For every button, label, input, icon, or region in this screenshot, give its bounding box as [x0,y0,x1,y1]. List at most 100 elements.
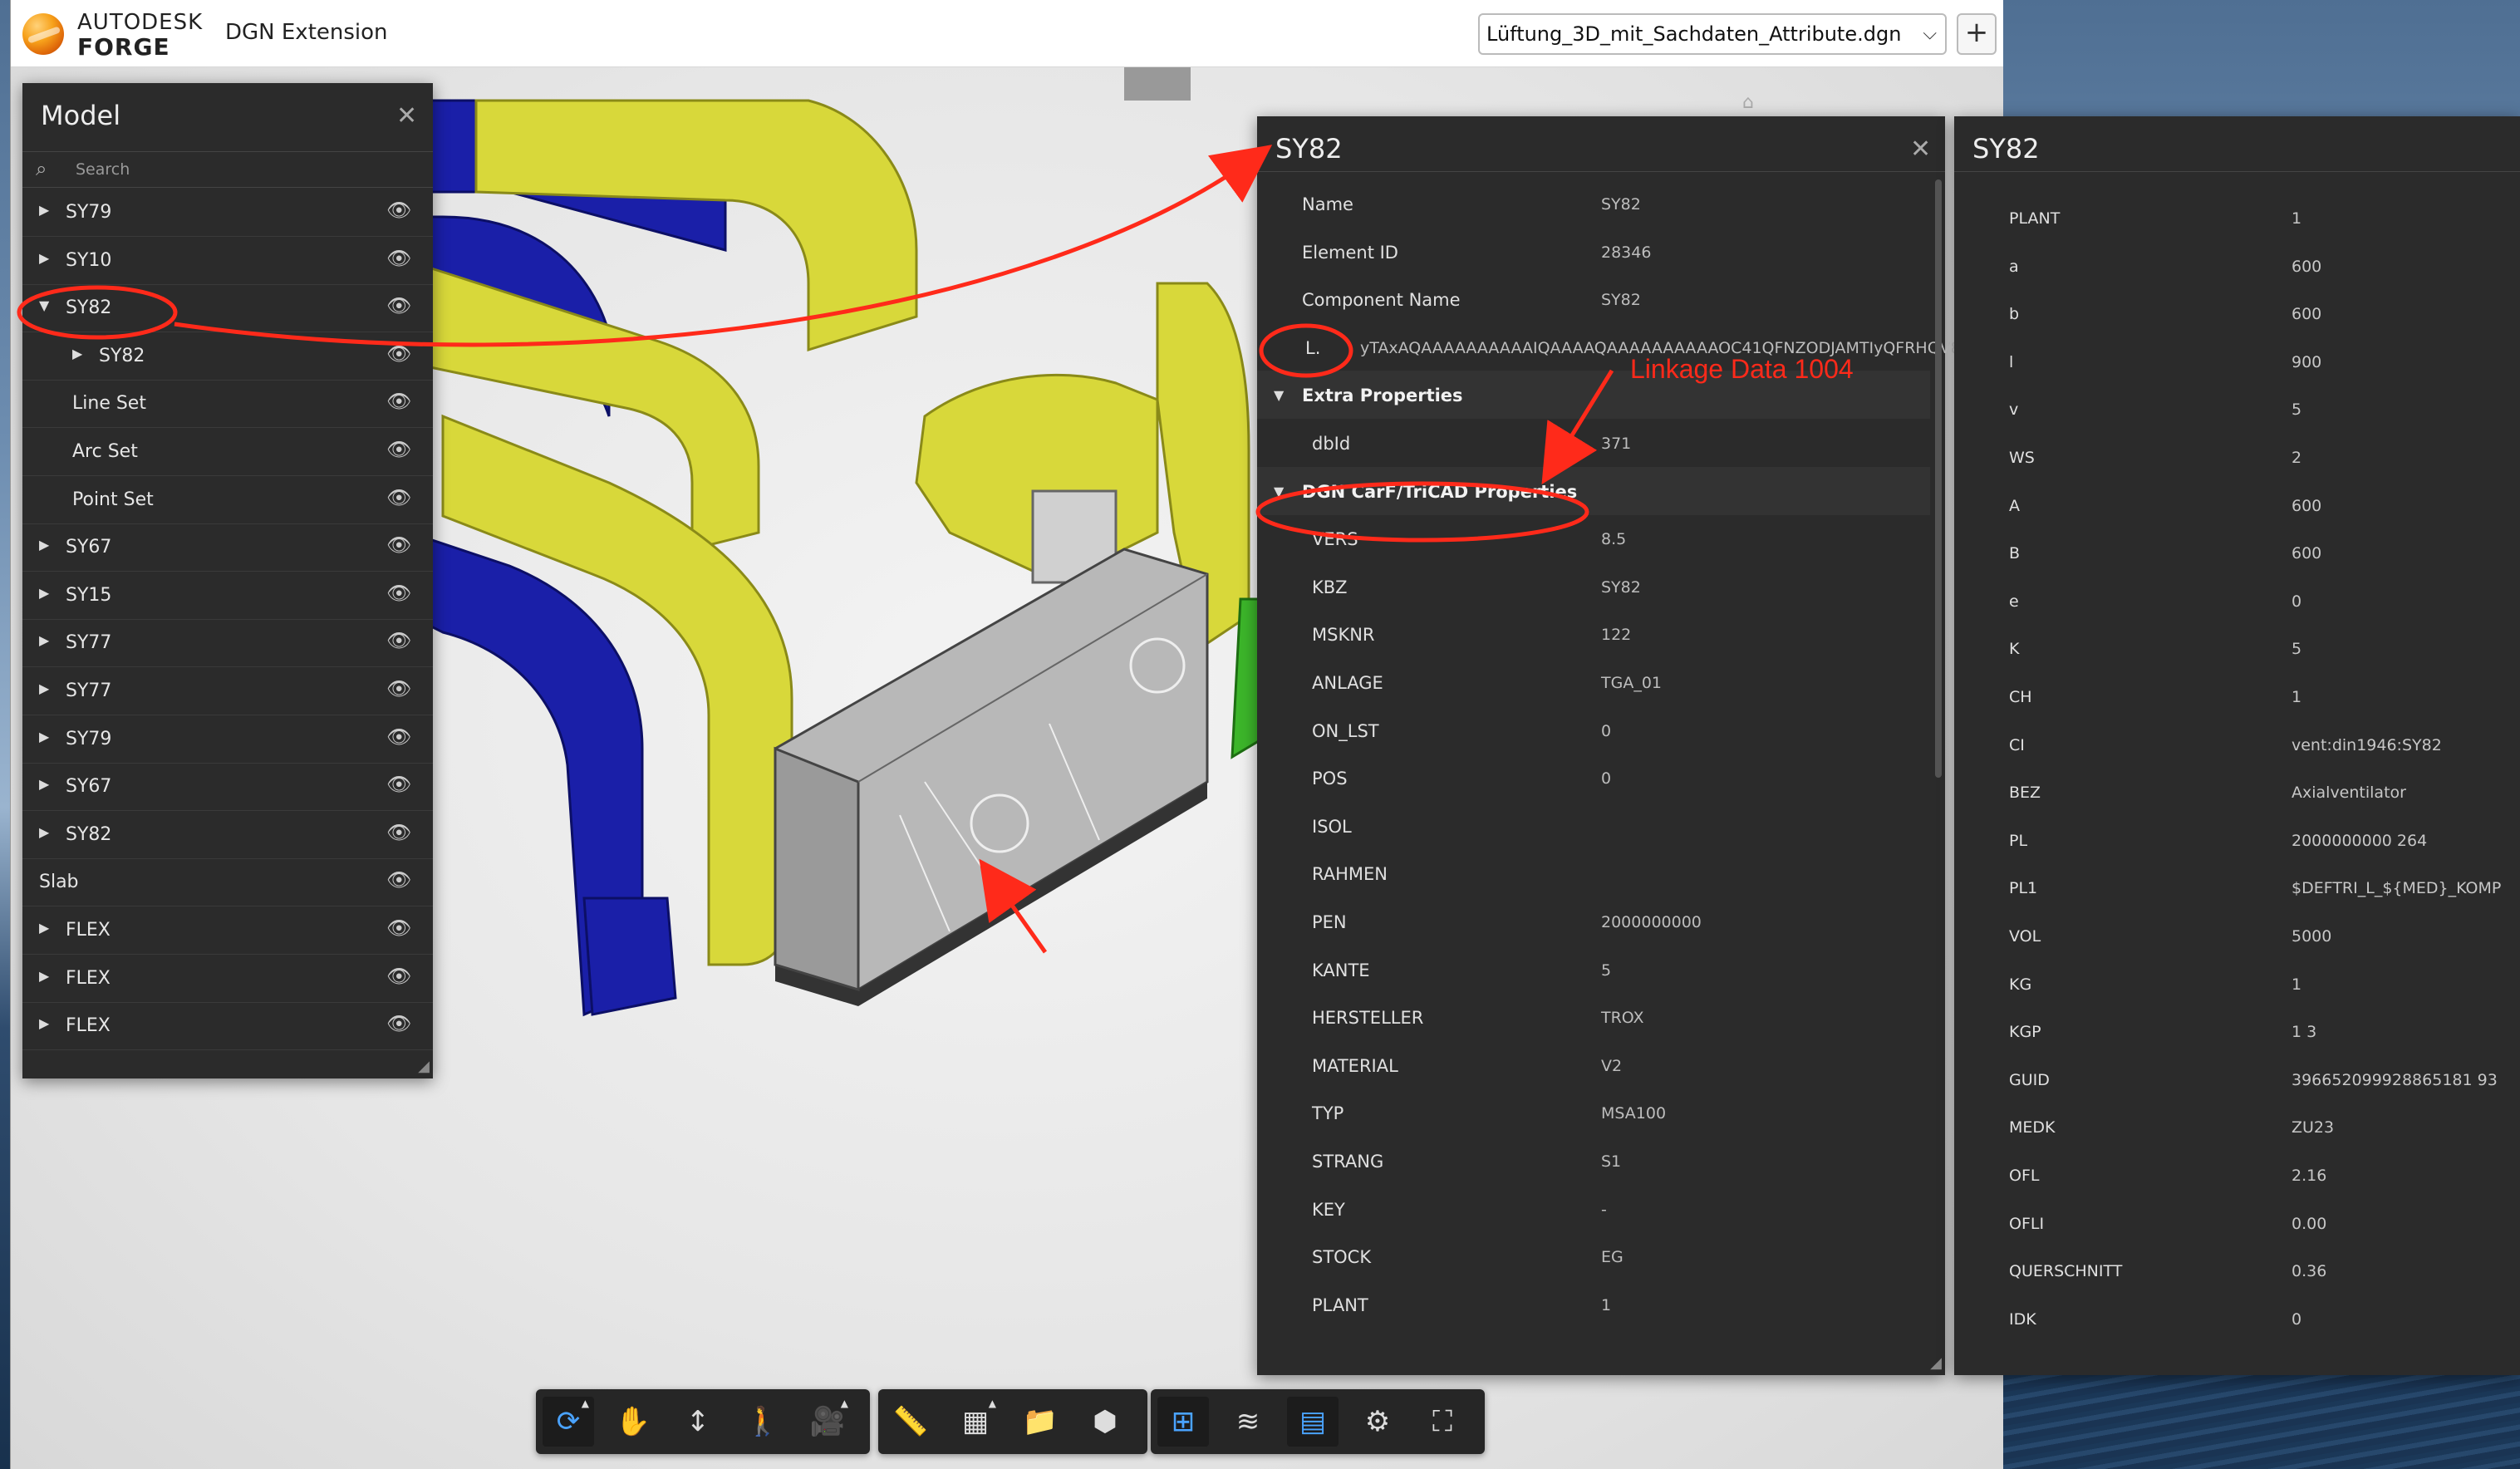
tree-item[interactable]: Slab 👁 [22,858,433,907]
tree-item[interactable]: ▶ FLEX 👁 [22,1002,433,1051]
camera-icon[interactable]: 🎥 ▲ [802,1397,853,1447]
orbit-icon[interactable]: ⟳ ▲ [543,1397,594,1447]
visibility-eye-icon[interactable]: 👁 [386,1012,411,1035]
visibility-eye-icon[interactable]: 👁 [386,677,411,700]
property-row: RAHMEN [1257,849,1930,897]
resize-grip-icon[interactable]: ◢ [1930,1354,1942,1372]
caret-right-icon[interactable]: ▶ [39,680,49,696]
add-file-button[interactable]: + [1957,13,1997,55]
tree-item[interactable]: ▶ SY79 👁 [22,189,433,237]
fullscreen-icon[interactable]: ⛶ [1417,1397,1468,1447]
section-icon[interactable]: ▦ ▲ [950,1397,1001,1447]
tree-item-label: Slab [39,872,79,893]
toolbar-glyph: ⚙ [1364,1405,1391,1438]
visibility-eye-icon[interactable]: 👁 [386,629,411,652]
caret-right-icon[interactable]: ▶ [39,202,49,218]
caret-down-icon[interactable]: ▼ [39,297,49,313]
tree-item[interactable]: ▼ SY82 👁 [22,284,433,333]
caret-right-icon[interactable]: ▶ [39,729,49,744]
visibility-eye-icon[interactable]: 👁 [386,868,411,892]
close-icon[interactable]: ✕ [396,101,417,130]
caret-right-icon[interactable]: ▶ [39,824,49,840]
caret-right-icon[interactable]: ▶ [39,537,49,553]
caret-down-icon[interactable]: ▼ [1274,484,1284,499]
property-value: 0.36 [2292,1262,2327,1281]
property-key: CH [2009,688,2032,706]
visibility-eye-icon[interactable]: 👁 [386,582,411,605]
property-row: MEDK ZU23 [1954,1102,2520,1150]
property-value: 0 [1601,721,1612,740]
model-search[interactable]: ⌕ Search [22,151,433,188]
folder-icon[interactable]: 📁 [1014,1397,1066,1447]
visibility-eye-icon[interactable]: 👁 [386,773,411,796]
property-section-header[interactable]: ▼ DGN CarF/TriCAD Properties [1257,466,1930,515]
property-key: l [2009,352,2014,371]
layers-icon[interactable]: ≋ [1222,1397,1274,1447]
caret-down-icon[interactable]: ▼ [1274,387,1284,403]
visibility-eye-icon[interactable]: 👁 [386,916,411,940]
tree-item[interactable]: ▶ SY82 👁 [22,811,433,859]
toolbar-glyph: ▤ [1299,1405,1327,1438]
annotation-linkage-label: Linkage Data 1004 [1630,354,1854,384]
caret-right-icon[interactable]: ▶ [39,1015,49,1031]
caret-right-icon[interactable]: ▶ [39,250,49,266]
close-icon[interactable]: ✕ [1910,135,1931,164]
property-value: 122 [1601,626,1632,645]
measure-icon[interactable]: 📏 [885,1397,936,1447]
caret-right-icon[interactable]: ▶ [39,632,49,648]
visibility-eye-icon[interactable]: 👁 [386,390,411,413]
tree-item[interactable]: ▶ FLEX 👁 [22,955,433,1003]
visibility-eye-icon[interactable]: 👁 [386,725,411,749]
property-key: K [2009,640,2020,659]
property-key: POS [1312,769,1348,789]
tree-item-label: FLEX [66,920,111,941]
app-header: AUTODESK FORGE DGN Extension Lüftung_3D_… [11,0,2003,67]
tree-item[interactable]: ▶ SY82 👁 [22,332,433,381]
search-input[interactable]: Search [76,160,130,179]
visibility-eye-icon[interactable]: 👁 [386,342,411,366]
toolbar-glyph: 📏 [892,1405,929,1438]
tree-item[interactable]: ▶ SY67 👁 [22,523,433,572]
home-icon[interactable]: ⌂ [1742,92,1754,113]
visibility-eye-icon[interactable]: 👁 [386,486,411,509]
pan-icon[interactable]: ✋ [607,1397,659,1447]
visibility-eye-icon[interactable]: 👁 [386,247,411,270]
property-key: v [2009,400,2019,420]
file-select[interactable]: Lüftung_3D_mit_Sachdaten_Attribute.dgn ⌵ [1478,13,1947,55]
caret-right-icon[interactable]: ▶ [39,968,49,984]
caret-right-icon[interactable]: ▶ [39,920,49,936]
visibility-eye-icon[interactable]: 👁 [386,821,411,844]
tree-item[interactable]: ▶ SY15 👁 [22,572,433,620]
visibility-eye-icon[interactable]: 👁 [386,533,411,557]
properties-panel: SY82 ✕ Name SY82 Element ID 28346 Component … [1257,116,1999,1375]
tree-item[interactable]: ▶ SY10 👁 [22,237,433,285]
property-key: L. [1305,337,1321,358]
caret-right-icon[interactable]: ▶ [39,776,49,792]
resize-grip-icon[interactable]: ◢ [418,1058,430,1075]
visibility-eye-icon[interactable]: 👁 [386,199,411,222]
caret-right-icon[interactable]: ▶ [39,585,49,601]
visibility-eye-icon[interactable]: 👁 [386,438,411,461]
settings-icon[interactable]: ⚙ [1352,1397,1403,1447]
walk-icon[interactable]: 🚶 [737,1397,788,1447]
tree-item[interactable]: Point Set 👁 [22,476,433,524]
zoom-icon[interactable]: ↕ [672,1397,724,1447]
toolbar-glyph: ▦ [961,1405,990,1438]
explode-icon[interactable]: ⬢ [1079,1397,1131,1447]
tree-item[interactable]: ▶ SY67 👁 [22,763,433,812]
tree-item[interactable]: ▶ SY77 👁 [22,667,433,715]
tree-item[interactable]: ▶ SY79 👁 [22,715,433,764]
visibility-eye-icon[interactable]: 👁 [386,965,411,988]
tree-item[interactable]: Arc Set 👁 [22,428,433,476]
tree-item[interactable]: ▶ SY77 👁 [22,619,433,668]
property-value: SY82 [1601,291,1641,310]
caret-right-icon[interactable]: ▶ [72,346,82,361]
toolbar-glyph: ✋ [615,1405,651,1438]
tree-item[interactable]: Line Set 👁 [22,380,433,429]
properties-icon[interactable]: ▤ [1287,1397,1339,1447]
scrollbar[interactable] [1935,179,1942,778]
visibility-eye-icon[interactable]: 👁 [386,294,411,317]
tree-item-label: SY79 [66,728,112,749]
tree-item[interactable]: ▶ FLEX 👁 [22,906,433,955]
model-browser-icon[interactable]: ⊞ [1157,1397,1209,1447]
